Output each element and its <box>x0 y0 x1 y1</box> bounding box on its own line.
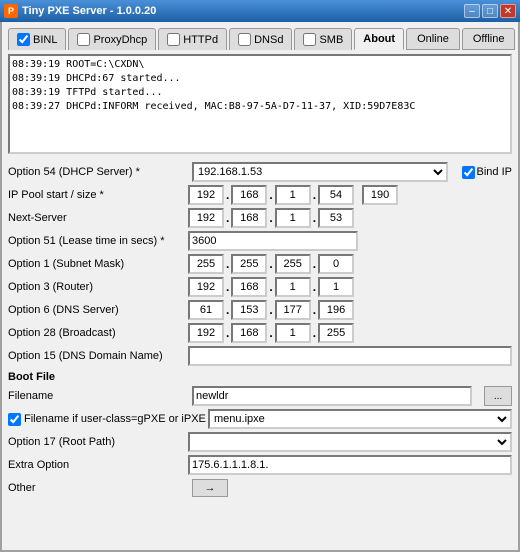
option6-octet4[interactable] <box>318 300 354 320</box>
option28-label: Option 28 (Broadcast) <box>8 327 188 339</box>
online-button[interactable]: Online <box>406 28 460 50</box>
ip-pool-octet1[interactable] <box>188 185 224 205</box>
boot-file-header: Boot File <box>8 371 512 383</box>
log-area[interactable]: 08:39:19 ROOT=C:\CXDN\08:39:19 DHCPd:67 … <box>8 54 512 154</box>
ip-pool-octet3[interactable] <box>275 185 311 205</box>
binl-checkbox[interactable] <box>17 33 30 46</box>
ip-pool-size[interactable] <box>362 185 398 205</box>
option28-octet2[interactable] <box>231 323 267 343</box>
option51-label: Option 51 (Lease time in secs) * <box>8 235 188 247</box>
next-server-octet4[interactable] <box>318 208 354 228</box>
option15-input[interactable] <box>188 346 512 366</box>
option6-octet3[interactable] <box>275 300 311 320</box>
option15-label: Option 15 (DNS Domain Name) <box>8 350 188 362</box>
bind-ip-label: Bind IP <box>462 166 512 179</box>
next-server-group: . . . <box>188 208 354 228</box>
option54-select[interactable]: 192.168.1.53 <box>192 162 448 182</box>
filename-label: Filename <box>8 390 188 402</box>
option54-row: Option 54 (DHCP Server) * 192.168.1.53 B… <box>8 162 512 182</box>
app-icon: P <box>4 4 18 18</box>
extra-option-input[interactable] <box>188 455 512 475</box>
option1-octet4[interactable] <box>318 254 354 274</box>
option51-input[interactable] <box>188 231 358 251</box>
dnsd-checkbox[interactable] <box>238 33 251 46</box>
option3-octet4[interactable] <box>318 277 354 297</box>
option3-group: . . . <box>188 277 354 297</box>
filename-if-check-label[interactable]: Filename if user-class=gPXE or iPXE <box>8 413 208 426</box>
next-server-octet1[interactable] <box>188 208 224 228</box>
other-button[interactable]: → <box>192 479 228 497</box>
title-bar-text: P Tiny PXE Server - 1.0.0.20 <box>4 4 156 18</box>
next-server-octet3[interactable] <box>275 208 311 228</box>
tab-about[interactable]: About <box>354 28 404 50</box>
option28-row: Option 28 (Broadcast) . . . <box>8 323 512 343</box>
close-button[interactable]: ✕ <box>500 4 516 18</box>
ip-pool-row: IP Pool start / size * . . . <box>8 185 512 205</box>
filename-if-select[interactable]: menu.ipxe <box>208 409 512 429</box>
extra-option-row: Extra Option <box>8 455 512 475</box>
next-server-octet2[interactable] <box>231 208 267 228</box>
ip-pool-label: IP Pool start / size * <box>8 189 188 201</box>
tab-smb[interactable]: SMB <box>294 28 352 50</box>
option3-octet2[interactable] <box>231 277 267 297</box>
browse-button[interactable]: ... <box>484 386 512 406</box>
option6-octet1[interactable] <box>188 300 224 320</box>
other-label: Other <box>8 482 188 494</box>
extra-option-label: Extra Option <box>8 459 188 471</box>
tab-bar: BINL ProxyDhcp HTTPd DNSd SMB About Onli… <box>8 28 512 50</box>
ip-pool-group: . . . <box>188 185 398 205</box>
title-bar: P Tiny PXE Server - 1.0.0.20 – □ ✕ <box>0 0 520 22</box>
ip-pool-octet2[interactable] <box>231 185 267 205</box>
offline-button[interactable]: Offline <box>462 28 516 50</box>
option3-row: Option 3 (Router) . . . <box>8 277 512 297</box>
option28-octet4[interactable] <box>318 323 354 343</box>
option1-octet1[interactable] <box>188 254 224 274</box>
title-buttons: – □ ✕ <box>464 4 516 18</box>
next-server-label: Next-Server <box>8 212 188 224</box>
filename-input[interactable] <box>192 386 472 406</box>
other-row: Other → <box>8 478 512 498</box>
option1-group: . . . <box>188 254 354 274</box>
bind-ip-checkbox[interactable] <box>462 166 475 179</box>
maximize-button[interactable]: □ <box>482 4 498 18</box>
httpd-checkbox[interactable] <box>167 33 180 46</box>
main-window: BINL ProxyDhcp HTTPd DNSd SMB About Onli… <box>0 22 520 552</box>
smb-checkbox[interactable] <box>303 33 316 46</box>
option1-octet2[interactable] <box>231 254 267 274</box>
minimize-button[interactable]: – <box>464 4 480 18</box>
option15-row: Option 15 (DNS Domain Name) <box>8 346 512 366</box>
tab-dnsd[interactable]: DNSd <box>229 28 292 50</box>
option17-label: Option 17 (Root Path) <box>8 436 188 448</box>
option1-label: Option 1 (Subnet Mask) <box>8 258 188 270</box>
option6-group: . . . <box>188 300 354 320</box>
option1-octet3[interactable] <box>275 254 311 274</box>
proxydhcp-checkbox[interactable] <box>77 33 90 46</box>
filename-row: Filename ... <box>8 386 512 406</box>
option3-label: Option 3 (Router) <box>8 281 188 293</box>
option28-group: . . . <box>188 323 354 343</box>
option6-octet2[interactable] <box>231 300 267 320</box>
option17-select[interactable] <box>188 432 512 452</box>
tab-httpd[interactable]: HTTPd <box>158 28 227 50</box>
option6-row: Option 6 (DNS Server) . . . <box>8 300 512 320</box>
option3-octet1[interactable] <box>188 277 224 297</box>
app-title: Tiny PXE Server - 1.0.0.20 <box>22 5 156 17</box>
tab-binl[interactable]: BINL <box>8 28 66 50</box>
next-server-row: Next-Server . . . <box>8 208 512 228</box>
option51-row: Option 51 (Lease time in secs) * <box>8 231 512 251</box>
option28-octet1[interactable] <box>188 323 224 343</box>
filename-if-row: Filename if user-class=gPXE or iPXE menu… <box>8 409 512 429</box>
tab-proxydhcp[interactable]: ProxyDhcp <box>68 28 156 50</box>
option1-row: Option 1 (Subnet Mask) . . . <box>8 254 512 274</box>
form-area: Option 54 (DHCP Server) * 192.168.1.53 B… <box>8 162 512 498</box>
option17-row: Option 17 (Root Path) <box>8 432 512 452</box>
ip-pool-octet4[interactable] <box>318 185 354 205</box>
option54-label: Option 54 (DHCP Server) * <box>8 166 188 178</box>
option28-octet3[interactable] <box>275 323 311 343</box>
filename-if-checkbox[interactable] <box>8 413 21 426</box>
tab-right-buttons: Online Offline <box>406 28 515 50</box>
option3-octet3[interactable] <box>275 277 311 297</box>
option6-label: Option 6 (DNS Server) <box>8 304 188 316</box>
